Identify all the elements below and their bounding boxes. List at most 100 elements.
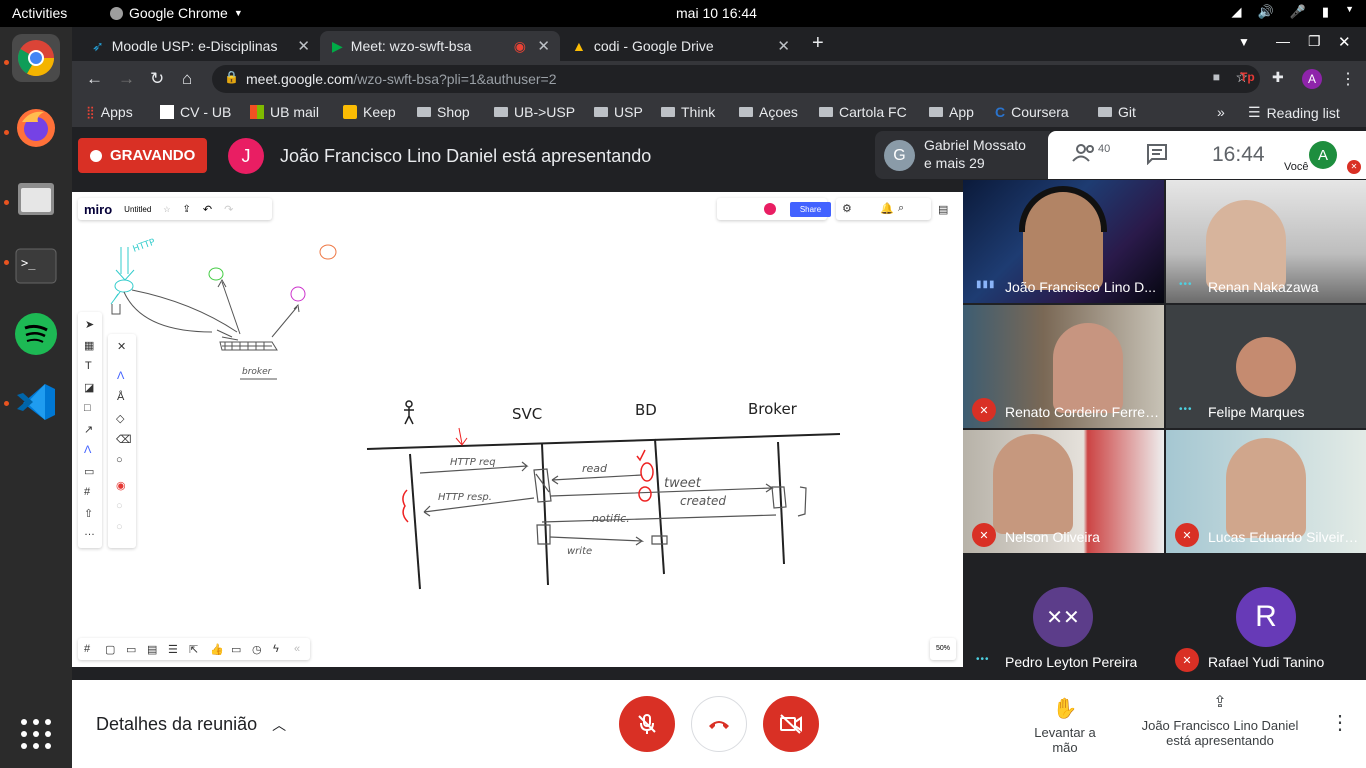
tab-search-icon[interactable]: ▼ [1238, 35, 1250, 49]
shared-screen-miro[interactable]: miro Untitled ☆ ⇪ ↶ ↷ Share ⚙ 🔔 ⌕ ▤ ➤ ▦ … [72, 192, 963, 667]
extensions-icon[interactable]: ✚ [1272, 69, 1284, 86]
sticky-note-icon[interactable]: ◪ [84, 381, 94, 394]
meeting-details-button[interactable]: Detalhes da reunião ︿ [96, 714, 286, 735]
files-icon[interactable] [12, 174, 60, 222]
forward-arrow-icon[interactable]: → [118, 69, 135, 89]
participant-tile[interactable]: ••• Renan Nakazawa [1166, 180, 1366, 303]
bookmark-coursera[interactable]: C Coursera [995, 104, 1069, 120]
more-icon[interactable]: … [84, 526, 95, 538]
star-icon[interactable]: ☆ [163, 205, 170, 214]
close-window-button[interactable]: ✕ [1338, 33, 1351, 51]
spotify-icon[interactable] [12, 310, 60, 358]
share-button[interactable]: Share [790, 202, 831, 217]
presenting-button[interactable]: ⇪ João Francisco Lino Daniel está aprese… [1140, 692, 1300, 748]
marker-icon[interactable]: Å [117, 391, 124, 403]
vscode-icon[interactable] [12, 378, 60, 426]
upload-icon[interactable]: ⇪ [182, 204, 190, 215]
comment-icon[interactable]: ▭ [84, 465, 94, 478]
collapse-icon[interactable]: « [294, 643, 300, 655]
color-swatch[interactable]: ○ [116, 500, 123, 512]
chat-icon[interactable]: ▭ [126, 643, 136, 656]
bookmark-acoes[interactable]: Açoes [739, 104, 798, 120]
tab-drive[interactable]: ▲ codi - Google Drive ✕ [560, 31, 800, 61]
maximize-button[interactable]: ❐ [1308, 33, 1321, 50]
show-apps-icon[interactable] [12, 710, 60, 758]
color-swatch[interactable]: ○ [116, 521, 123, 533]
bookmark-app[interactable]: App [929, 104, 974, 120]
notes-icon[interactable]: ▤ [938, 203, 948, 216]
close-icon[interactable]: ✕ [117, 340, 126, 353]
redo-icon[interactable]: ↷ [224, 203, 233, 216]
activities-button[interactable]: Activities [12, 5, 67, 21]
raise-hand-button[interactable]: ✋ Levantar a mão [1020, 696, 1110, 755]
bookmark-shop[interactable]: Shop [417, 104, 470, 120]
bookmark-cartola[interactable]: Cartola FC [819, 104, 907, 120]
back-arrow-icon[interactable]: ← [86, 69, 103, 89]
leave-call-button[interactable] [691, 696, 747, 752]
bookmark-ub-usp[interactable]: UB->USP [494, 104, 575, 120]
frames-icon[interactable]: # [84, 643, 90, 655]
people-button[interactable]: 40 [1072, 143, 1110, 163]
url-field[interactable]: 🔒 meet.google.com/wzo-swft-bsa?pli=1&aut… [212, 65, 1260, 93]
tab-meet[interactable]: ▶ Meet: wzo-swft-bsa ◉ ✕ [320, 31, 560, 61]
bookmark-cv-ub[interactable]: CV - UB [160, 104, 231, 120]
active-speaker-chip[interactable]: G Gabriel Mossato e mais 29 [875, 131, 1050, 179]
board-title[interactable]: Untitled [124, 205, 151, 214]
camera-icon[interactable]: ■ [1213, 70, 1220, 84]
close-icon[interactable]: ✕ [777, 37, 790, 55]
upload-icon[interactable]: ⇧ [84, 507, 93, 520]
chat-button[interactable] [1146, 143, 1168, 170]
bookmark-ub-mail[interactable]: UB mail [250, 104, 319, 120]
participant-tile[interactable]: R ✕ Rafael Yudi Tanino [1166, 555, 1366, 678]
shape-icon[interactable]: □ [84, 402, 91, 414]
bookmark-keep[interactable]: Keep [343, 104, 396, 120]
search-icon[interactable]: ⌕ [898, 202, 904, 215]
reload-icon[interactable]: ↻ [150, 69, 164, 89]
bookmark-git[interactable]: Git [1098, 104, 1136, 120]
text-icon[interactable]: T [85, 360, 92, 372]
menu-icon[interactable]: ⋮ [1340, 69, 1356, 89]
video-icon[interactable]: ▭ [231, 643, 241, 656]
shape-pen-icon[interactable]: ◇ [116, 412, 124, 425]
bookmark-usp[interactable]: USP [594, 104, 643, 120]
frame-icon[interactable]: # [84, 486, 90, 498]
minimize-button[interactable]: — [1276, 33, 1290, 49]
bookmark-apps[interactable]: ⣿ Apps [86, 104, 133, 120]
extension-tp-icon[interactable]: Tp [1240, 70, 1255, 84]
template-icon[interactable]: ▦ [84, 339, 94, 352]
participant-tile[interactable]: ✕✕ ••• Pedro Leyton Pereira [963, 555, 1164, 678]
home-icon[interactable]: ⌂ [182, 69, 192, 89]
app-menu[interactable]: Google Chrome ▼ [110, 5, 243, 21]
system-tray[interactable]: ◢ 🔊 🎤 ▮ ▼ [1232, 4, 1354, 20]
recording-badge[interactable]: GRAVANDO [78, 138, 207, 173]
camera-toggle-button[interactable] [763, 696, 819, 752]
tab-moodle[interactable]: ➶ Moodle USP: e-Disciplinas ✕ [80, 31, 320, 61]
firefox-icon[interactable] [12, 104, 60, 152]
select-icon[interactable]: ➤ [85, 318, 94, 331]
pen-icon[interactable]: Λ [117, 370, 124, 382]
mic-toggle-button[interactable] [619, 696, 675, 752]
undo-icon[interactable]: ↶ [203, 203, 212, 216]
comments-icon[interactable]: ▢ [105, 643, 115, 656]
chrome-icon[interactable] [12, 34, 60, 82]
share-screen-icon[interactable]: ⇱ [189, 643, 198, 656]
participant-tile[interactable]: ✕ Lucas Eduardo Silveira... [1166, 430, 1366, 553]
eraser-icon[interactable]: ⌫ [116, 433, 132, 446]
like-icon[interactable]: 👍 [210, 643, 224, 656]
timer-icon[interactable]: ◷ [252, 643, 262, 656]
close-icon[interactable]: ✕ [537, 37, 550, 55]
terminal-icon[interactable]: >_ [12, 242, 60, 290]
close-icon[interactable]: ✕ [297, 37, 310, 55]
cards-icon[interactable]: ▤ [147, 643, 157, 656]
participant-tile[interactable]: ••• Felipe Marques [1166, 305, 1366, 428]
lasso-icon[interactable]: ○ [116, 454, 123, 466]
zoom-level[interactable]: 50% [930, 638, 956, 660]
more-options-icon[interactable]: ⋮ [1330, 710, 1350, 735]
red-color-swatch[interactable]: ◉ [116, 479, 126, 492]
profile-avatar[interactable]: A [1302, 69, 1322, 89]
participant-tile[interactable]: ✕ Nelson Oliveira [963, 430, 1164, 553]
pen-icon[interactable]: Λ [84, 444, 91, 456]
bookmarks-overflow-icon[interactable]: » [1217, 104, 1225, 120]
participant-tile[interactable]: ✕ Renato Cordeiro Ferreira [963, 305, 1164, 428]
voting-icon[interactable]: ϟ [273, 643, 279, 655]
